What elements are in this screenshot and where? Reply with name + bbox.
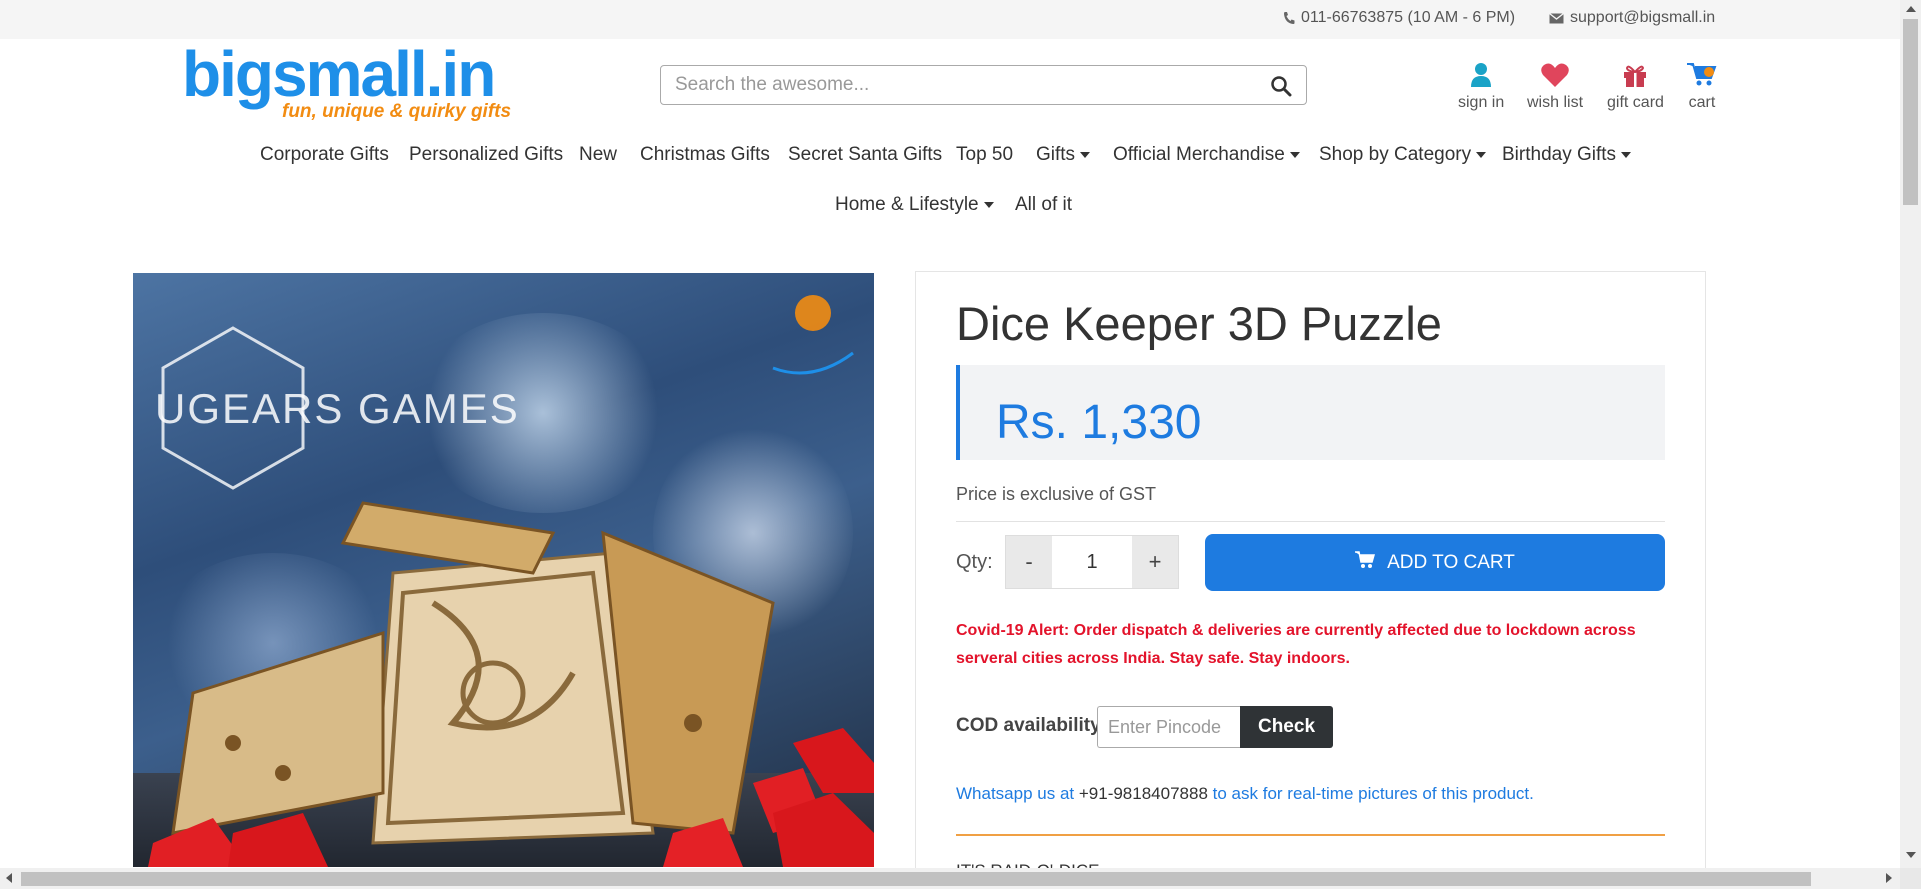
nav-label: All of it <box>1015 194 1073 215</box>
nav-item-all-of-it[interactable]: All of it <box>1015 194 1072 216</box>
logo-tagline: fun, unique & quirky gifts <box>282 101 512 122</box>
caret-down-icon <box>1621 151 1632 158</box>
nav-label: Secret Santa Gifts <box>788 144 943 165</box>
nav-item-new[interactable]: New <box>579 144 617 166</box>
scroll-right-arrow-icon[interactable] <box>1886 873 1892 883</box>
qty-input[interactable] <box>1052 536 1132 588</box>
nav-label: New <box>579 144 618 165</box>
quantity-stepper: - + <box>1005 535 1179 589</box>
heart-icon <box>1527 58 1583 88</box>
nav-item-birthday-gifts[interactable]: Birthday Gifts <box>1502 144 1632 166</box>
nav-item-top-50[interactable]: Top 50 <box>956 144 1013 166</box>
cart-icon <box>1685 58 1719 88</box>
search-bar <box>660 65 1307 105</box>
price-box: Rs. 1,330 <box>956 365 1665 460</box>
vertical-scroll-thumb[interactable] <box>1903 19 1918 205</box>
scroll-left-arrow-icon[interactable] <box>6 873 12 883</box>
whatsapp-suffix[interactable]: to ask for real-time pictures of this pr… <box>1213 784 1534 803</box>
caret-down-icon <box>1080 151 1091 158</box>
cart-icon <box>1355 550 1376 575</box>
nav-label: Gifts <box>1036 144 1076 165</box>
scrollbar-corner <box>1900 868 1921 889</box>
whatsapp-line: Whatsapp us at +91-9818407888 to ask for… <box>956 784 1534 804</box>
nav-label: Official Merchandise <box>1113 144 1285 165</box>
scroll-up-arrow-icon[interactable] <box>1906 6 1916 12</box>
caret-down-icon <box>1476 151 1487 158</box>
phone-contact[interactable]: 011-66763875 (10 AM - 6 PM) <box>1283 9 1515 27</box>
gift-card-link[interactable]: gift card <box>1607 58 1664 112</box>
phone-number: 011-66763875 (10 AM - 6 PM) <box>1301 9 1516 26</box>
nav-item-home-lifestyle[interactable]: Home & Lifestyle <box>835 194 994 216</box>
nav-label: Birthday Gifts <box>1502 144 1617 165</box>
cart-label: cart <box>1688 94 1716 111</box>
nav-label: Top 50 <box>956 144 1014 165</box>
brand-watermark: UGEARS GAMES <box>155 385 520 432</box>
wish-list-link[interactable]: wish list <box>1527 58 1583 112</box>
email-contact[interactable]: support@bigsmall.in <box>1549 9 1715 27</box>
cod-label: COD availability <box>956 715 1101 736</box>
gift-card-label: gift card <box>1607 94 1664 111</box>
nav-label: Shop by Category <box>1319 144 1472 165</box>
nav-item-christmas-gifts[interactable]: Christmas Gifts <box>640 144 770 166</box>
nav-label: Home & Lifestyle <box>835 194 979 215</box>
nav-label: Corporate Gifts <box>260 144 389 165</box>
nav-item-personalized-gifts[interactable]: Personalized Gifts <box>409 144 563 166</box>
envelope-icon <box>1549 12 1564 24</box>
section-divider <box>956 834 1665 836</box>
sign-in-link[interactable]: sign in <box>1458 58 1504 112</box>
nav-item-official-merchandise[interactable]: Official Merchandise <box>1113 144 1300 166</box>
gst-note: Price is exclusive of GST <box>956 484 1157 504</box>
phone-icon <box>1283 11 1295 25</box>
vertical-scrollbar[interactable] <box>1900 0 1921 868</box>
add-to-cart-button[interactable]: ADD TO CART <box>1205 534 1665 591</box>
horizontal-scrollbar[interactable] <box>0 868 1900 889</box>
user-icon <box>1458 58 1504 88</box>
nav-label: Christmas Gifts <box>640 144 770 165</box>
qty-label: Qty: <box>956 551 993 573</box>
scroll-down-arrow-icon[interactable] <box>1906 852 1916 858</box>
top-contact-bar: 011-66763875 (10 AM - 6 PM) support@bigs… <box>0 0 1900 39</box>
site-logo[interactable]: bigsmall.in fun, unique & quirky gifts <box>182 38 511 126</box>
nav-item-secret-santa-gifts[interactable]: Secret Santa Gifts <box>788 144 942 166</box>
whatsapp-number[interactable]: +91-9818407888 <box>1079 784 1208 803</box>
pincode-input[interactable] <box>1097 706 1240 748</box>
nav-item-shop-by-category[interactable]: Shop by Category <box>1319 144 1487 166</box>
nav-item-corporate-gifts[interactable]: Corporate Gifts <box>260 144 389 166</box>
wish-list-label: wish list <box>1527 94 1584 111</box>
horizontal-scroll-thumb[interactable] <box>21 872 1811 886</box>
search-input[interactable] <box>661 66 1241 104</box>
sign-in-label: sign in <box>1458 94 1505 111</box>
logo-brand: bigsmall.in <box>182 38 496 110</box>
product-title: Dice Keeper 3D Puzzle <box>956 297 1442 350</box>
whatsapp-prefix[interactable]: Whatsapp us at <box>956 784 1074 803</box>
email-address: support@bigsmall.in <box>1570 9 1716 26</box>
qty-decrease-button[interactable]: - <box>1006 536 1052 588</box>
nav-label: Personalized Gifts <box>409 144 564 165</box>
product-image[interactable]: UGEARS GAMES <box>133 273 874 867</box>
caret-down-icon <box>1289 151 1300 158</box>
qty-increase-button[interactable]: + <box>1132 536 1178 588</box>
search-icon[interactable] <box>1270 75 1292 102</box>
divider <box>956 521 1665 522</box>
nav-item-gifts[interactable]: Gifts <box>1036 144 1091 166</box>
gift-icon <box>1607 58 1664 88</box>
covid-alert: Covid-19 Alert: Order dispatch & deliver… <box>956 622 1636 667</box>
add-to-cart-label: ADD TO CART <box>1387 551 1515 573</box>
product-illustration <box>148 295 874 867</box>
cart-link[interactable]: cart <box>1685 58 1719 112</box>
check-pincode-button[interactable]: Check <box>1240 706 1333 748</box>
caret-down-icon <box>983 201 994 208</box>
product-price: Rs. 1,330 <box>996 396 1202 449</box>
